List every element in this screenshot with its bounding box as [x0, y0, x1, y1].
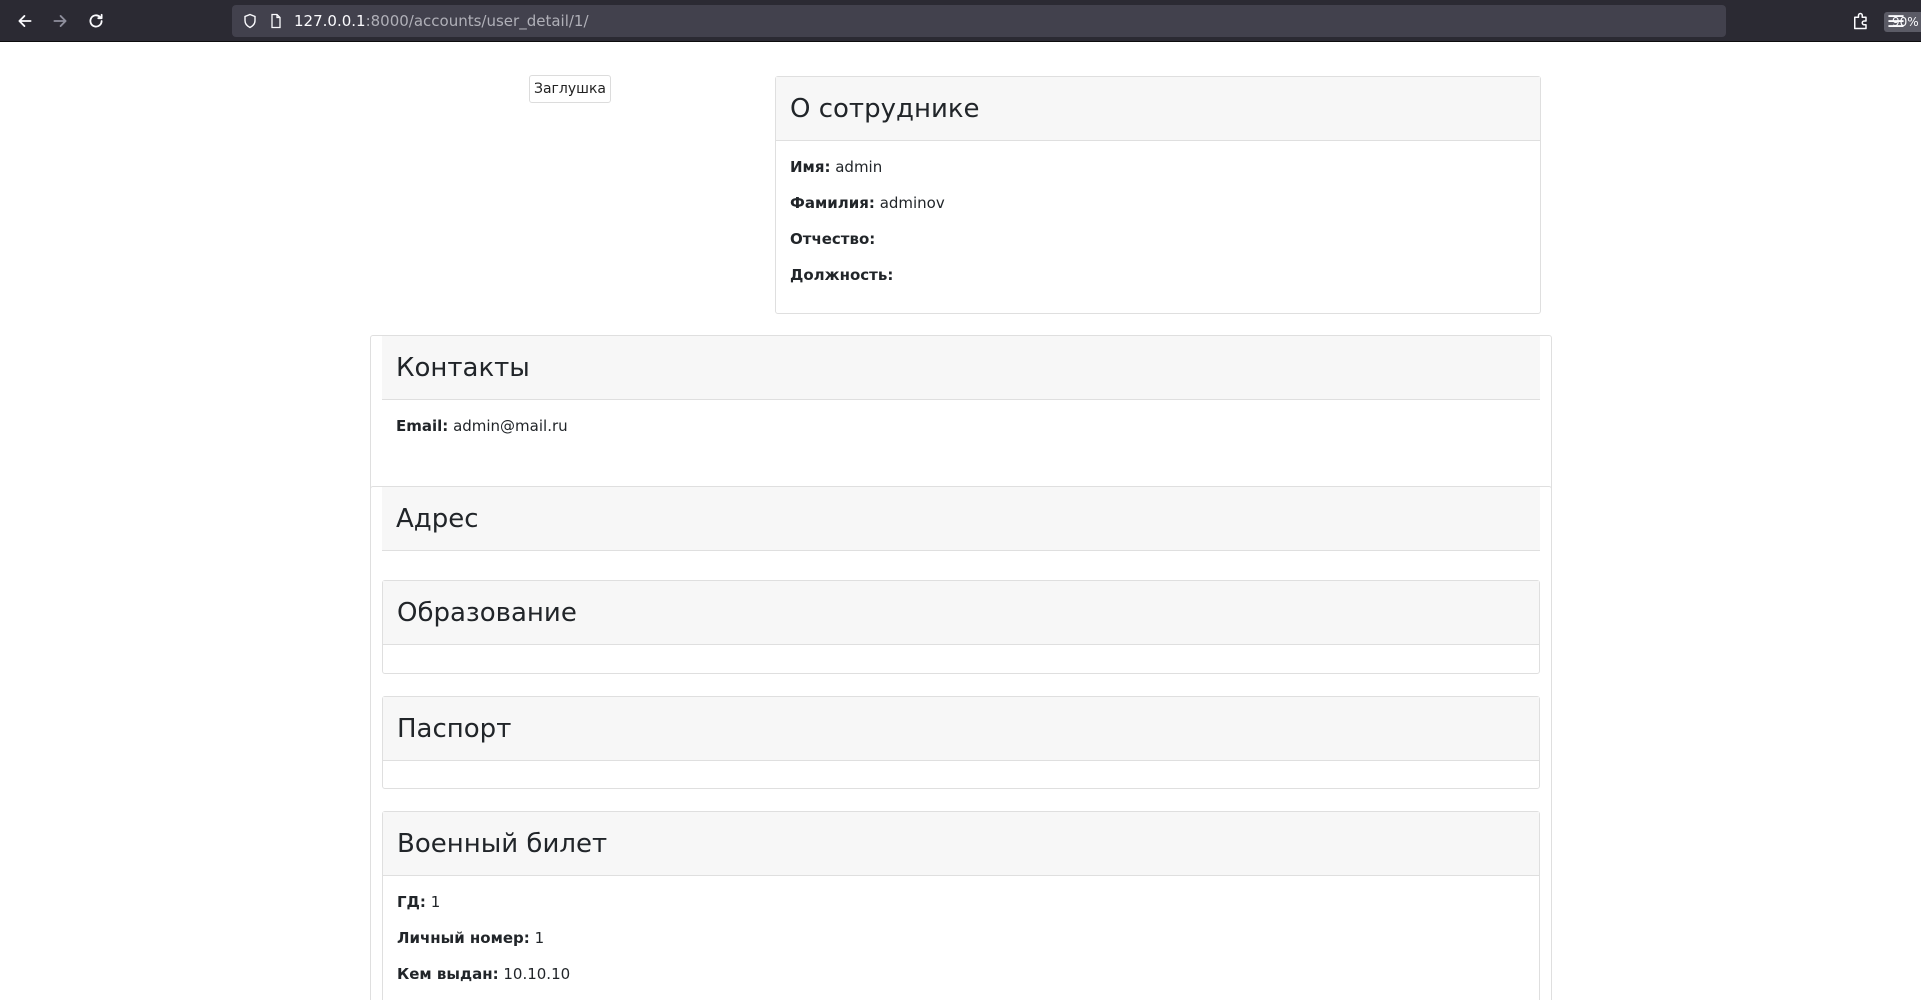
- page-content: Заглушка О сотруднике Имя: admin Фамилия…: [0, 42, 1921, 1000]
- field-label: Email:: [396, 417, 449, 435]
- shield-icon[interactable]: [242, 13, 258, 29]
- military-card: Военный билет ГД: 1 Личный номер: 1 Кем …: [382, 811, 1540, 1000]
- field-label: ГД:: [397, 893, 426, 911]
- military-card-header: Военный билет: [383, 812, 1539, 876]
- stub-button[interactable]: Заглушка: [529, 75, 611, 103]
- url-text[interactable]: 127.0.0.1:8000/accounts/user_detail/1/: [294, 5, 589, 37]
- contacts-wrapper: Контакты Email: admin@mail.ru: [370, 335, 1552, 507]
- employee-card: О сотруднике Имя: admin Фамилия: adminov…: [775, 76, 1541, 314]
- education-card-title: Образование: [397, 597, 577, 628]
- menu-icon[interactable]: [1886, 11, 1906, 31]
- field-personal-number: Личный номер: 1: [397, 927, 1525, 949]
- field-label: Личный номер:: [397, 929, 530, 947]
- url-path: :8000/accounts/user_detail/1/: [365, 12, 589, 30]
- employee-card-header: О сотруднике: [776, 77, 1540, 141]
- forward-icon[interactable]: [48, 9, 72, 33]
- education-card: Образование: [382, 580, 1540, 674]
- field-label: Фамилия:: [790, 194, 875, 212]
- field-value: admin: [835, 158, 883, 176]
- back-icon[interactable]: [13, 9, 37, 33]
- reload-icon[interactable]: [84, 9, 108, 33]
- passport-card-title: Паспорт: [397, 713, 512, 744]
- field-label: Отчество:: [790, 230, 876, 248]
- address-wrapper: Адрес Образование Паспорт Военный билет …: [370, 486, 1552, 1000]
- military-card-title: Военный билет: [397, 828, 608, 859]
- field-value: admin@mail.ru: [453, 417, 568, 435]
- field-gd: ГД: 1: [397, 891, 1525, 913]
- field-last-name: Фамилия: adminov: [790, 192, 1526, 214]
- field-label: Имя:: [790, 158, 831, 176]
- contacts-card-header: Контакты: [382, 336, 1540, 400]
- contacts-card-title: Контакты: [396, 352, 530, 383]
- education-card-header: Образование: [383, 581, 1539, 645]
- address-bar[interactable]: 127.0.0.1:8000/accounts/user_detail/1/ 9…: [232, 5, 1921, 37]
- field-position: Должность:: [790, 264, 1526, 286]
- extensions-icon[interactable]: [1851, 11, 1871, 31]
- field-first-name: Имя: admin: [790, 156, 1526, 178]
- field-issued-by: Кем выдан: 10.10.10: [397, 963, 1525, 985]
- browser-toolbar: 127.0.0.1:8000/accounts/user_detail/1/ 9…: [0, 0, 1921, 42]
- field-label: Должность:: [790, 266, 894, 284]
- field-patronymic: Отчество:: [790, 228, 1526, 250]
- field-value: 10.10.10: [503, 965, 571, 983]
- field-value: adminov: [879, 194, 945, 212]
- field-email: Email: admin@mail.ru: [396, 415, 1526, 437]
- address-card-header: Адрес: [382, 487, 1540, 551]
- address-card-title: Адрес: [396, 503, 479, 534]
- field-value: 1: [534, 929, 545, 947]
- page-icon: [271, 13, 281, 29]
- url-host: 127.0.0.1: [294, 12, 366, 30]
- field-value: 1: [430, 893, 441, 911]
- employee-card-title: О сотруднике: [790, 93, 980, 124]
- passport-card-header: Паспорт: [383, 697, 1539, 761]
- field-label: Кем выдан:: [397, 965, 499, 983]
- passport-card: Паспорт: [382, 696, 1540, 789]
